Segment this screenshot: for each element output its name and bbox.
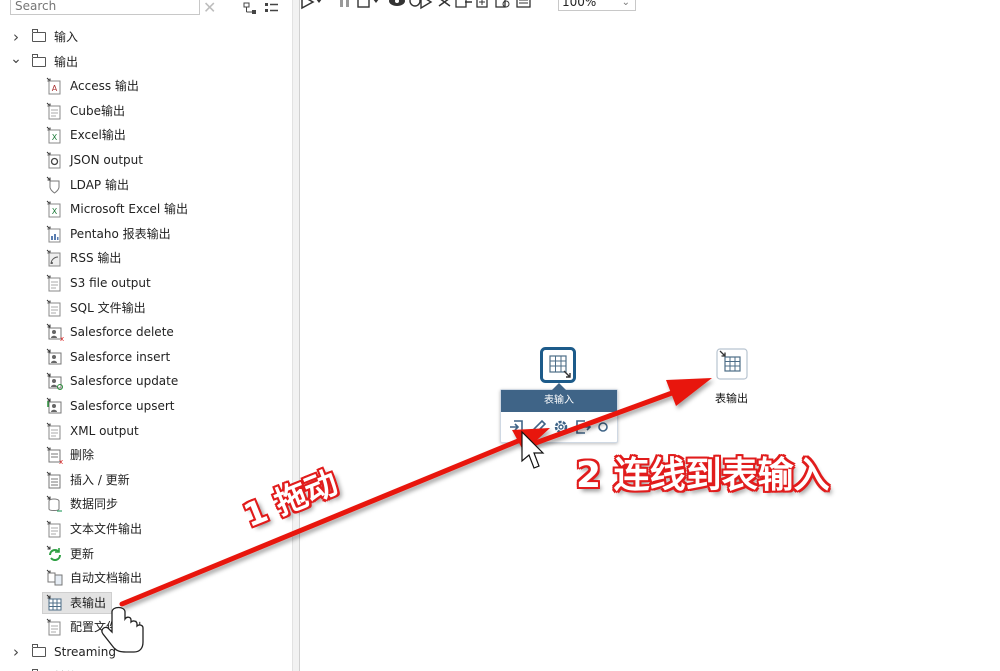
connect-annotation: 2 连线到表输入 [576, 455, 830, 496]
drag-arrow [119, 428, 550, 607]
hand-cursor-icon [101, 606, 144, 653]
connect-arrow [527, 378, 712, 448]
annotation-overlay [101, 378, 712, 653]
